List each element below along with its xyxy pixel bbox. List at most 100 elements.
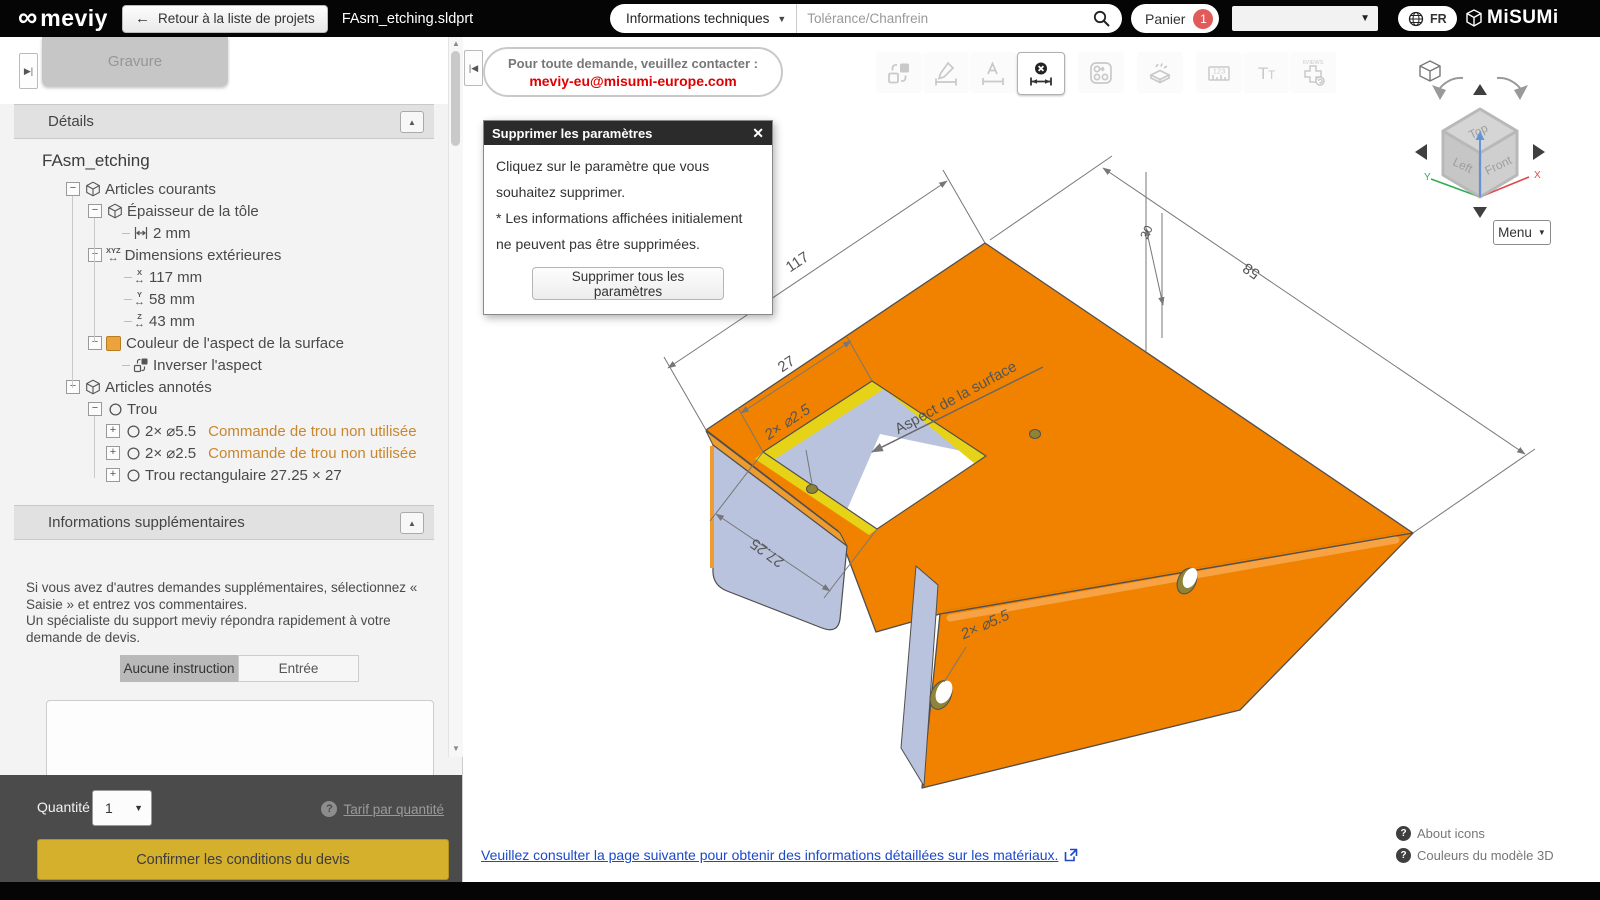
swap-entities-button[interactable] (876, 52, 922, 93)
measure-button[interactable]: 123 (1196, 52, 1242, 93)
meviy-logo[interactable]: ∞ meviy (18, 4, 108, 32)
toggle-no-instruction[interactable]: Aucune instruction (120, 655, 238, 682)
quantity-select[interactable]: 1 ▼ (92, 790, 152, 826)
view-menu-button[interactable]: Menu ▼ (1493, 220, 1551, 245)
text-dimension-button[interactable] (970, 52, 1016, 93)
price-per-quantity-link[interactable]: ? Tarif par quantité (321, 801, 444, 817)
tree-node-dim-x[interactable]: X ↔ 117 mm (0, 266, 440, 288)
search-icon[interactable] (1093, 10, 1110, 27)
delete-parameters-popup: Supprimer les paramètres ✕ Cliquez sur l… (483, 120, 773, 315)
expander-plus-icon[interactable]: + (106, 446, 120, 460)
hole-command-button[interactable] (1078, 52, 1124, 93)
tree-root-label[interactable]: FAsm_etching (42, 151, 150, 171)
expander-plus-icon[interactable]: + (106, 424, 120, 438)
search-category-select[interactable]: Informations techniques ▼ (610, 4, 796, 33)
back-to-projects-button[interactable]: ← Retour à la liste de projets (121, 4, 328, 33)
tree-node-surface-color[interactable]: − Couleur de l'aspect de la surface (0, 332, 440, 354)
globe-icon (1408, 11, 1424, 26)
infos-collapse-button[interactable]: ▲ (400, 512, 424, 534)
expander-minus-icon[interactable]: − (66, 380, 80, 394)
tree-node-trou[interactable]: − Trou (0, 398, 440, 420)
chevron-down-icon: ▼ (777, 13, 787, 24)
hole-2.5-a[interactable] (806, 484, 818, 494)
text-annotation-button[interactable]: T T (1243, 52, 1289, 93)
tree-connector (124, 298, 132, 300)
tree-label: Inverser l'aspect (153, 356, 262, 374)
confirm-quote-button[interactable]: Confirmer les conditions du devis (37, 839, 449, 880)
delete-dimension-icon (1030, 62, 1052, 85)
tree-node-articles-courants[interactable]: − Articles courants (0, 178, 440, 200)
rotate-left-button[interactable] (1415, 144, 1427, 160)
dim-117-label[interactable]: 117 (783, 249, 812, 276)
holes-pattern-icon (1090, 61, 1112, 84)
tree-node-hole-55[interactable]: + 2× ⌀5.5 Commande de trou non utilisée (0, 420, 440, 442)
scroll-up-button[interactable]: ▲ (450, 38, 462, 50)
delete-dimension-button[interactable] (1017, 52, 1065, 95)
model-colors-link[interactable]: ? Couleurs du modèle 3D (1396, 848, 1554, 863)
scroll-down-button[interactable]: ▼ (450, 743, 462, 755)
infos-section-header: Informations supplémentaires ▲ (14, 505, 434, 540)
tree-connector (124, 320, 132, 322)
popup-header[interactable]: Supprimer les paramètres ✕ (484, 121, 772, 145)
rotate-down-button[interactable] (1473, 207, 1487, 218)
tree-node-hole-25[interactable]: + 2× ⌀2.5 Commande de trou non utilisée (0, 442, 440, 464)
open-file-name: FAsm_etching.sldprt (341, 10, 474, 27)
close-icon[interactable]: ✕ (752, 125, 764, 142)
tree-node-dimensions[interactable]: − XYZ ↔ Dimensions extérieures (0, 244, 440, 266)
deburring-button[interactable] (1137, 52, 1183, 93)
axis-y-label: Y (1424, 172, 1431, 183)
language-button[interactable]: FR (1398, 6, 1457, 31)
comments-textarea[interactable] (46, 700, 434, 781)
tree-label: Articles annotés (105, 378, 212, 396)
misumi-logo[interactable]: MiSUMi (1466, 7, 1559, 29)
details-collapse-button[interactable]: ▲ (400, 111, 424, 133)
toggle-entry[interactable]: Entrée (238, 655, 359, 682)
cube-icon (84, 181, 102, 198)
hole-circle-icon (106, 401, 124, 418)
tree-node-invert-aspect[interactable]: Inverser l'aspect (0, 354, 440, 376)
expander-minus-icon[interactable]: − (66, 182, 80, 196)
x-dimension-icon: X ↔ (134, 267, 145, 286)
dim-20-label[interactable]: 20 (1137, 223, 1156, 242)
about-icons-link[interactable]: ? About icons (1396, 826, 1485, 841)
scrollbar-thumb[interactable] (451, 51, 460, 146)
expander-minus-icon[interactable]: − (88, 336, 102, 350)
tree-node-thickness-value[interactable]: 2 mm (0, 222, 440, 244)
six-views-badge: 6VIEWS (1303, 60, 1324, 66)
tree-label: 2× ⌀2.5 (145, 445, 197, 462)
quantity-label: Quantité (37, 799, 90, 815)
cube-icon (106, 203, 124, 220)
search-input[interactable] (797, 11, 1093, 26)
sidebar-collapse-handle[interactable]: ▶| (19, 53, 38, 89)
delete-all-parameters-button[interactable]: Supprimer tous les paramètres (532, 267, 724, 300)
hole-2.5-b[interactable] (1029, 429, 1041, 439)
page-bottom-bar (0, 882, 1600, 900)
six-views-button[interactable]: 6VIEWS (1290, 52, 1336, 93)
rotate-up-button[interactable] (1473, 84, 1487, 95)
isometric-view-icon[interactable] (1419, 60, 1441, 82)
expander-minus-icon[interactable]: − (88, 248, 102, 262)
thickness-icon (132, 225, 150, 242)
tree-label: Trou (127, 400, 158, 418)
parameters-tree: − Articles courants − Épaisseur de la tô… (0, 178, 440, 486)
expander-plus-icon[interactable]: + (106, 468, 120, 482)
infos-paragraphs: Si vous avez d'autres demandes supplémen… (26, 580, 426, 646)
tree-node-dim-y[interactable]: Y ↔ 58 mm (0, 288, 440, 310)
cart-button[interactable]: Panier 1 (1131, 4, 1220, 33)
edit-dimension-button[interactable] (923, 52, 969, 93)
header-dropdown[interactable]: ▼ (1232, 6, 1378, 31)
tree-node-dim-z[interactable]: Z ↔ 43 mm (0, 310, 440, 332)
expander-minus-icon[interactable]: − (88, 204, 102, 218)
hole-circle-icon (124, 445, 142, 462)
tree-node-rect-hole[interactable]: + Trou rectangulaire 27.25 × 27 (0, 464, 440, 486)
expander-minus-icon[interactable]: − (88, 402, 102, 416)
gravure-button[interactable]: Gravure (42, 37, 228, 86)
cube-icon (84, 379, 102, 396)
tree-node-articles-annotes[interactable]: − Articles annotés (0, 376, 440, 398)
tree-node-epaisseur[interactable]: − Épaisseur de la tôle (0, 200, 440, 222)
menu-button-label: Menu (1498, 225, 1532, 240)
annotation-toolbar: 123 T T 6VIEWS (876, 52, 1337, 95)
materials-info-link[interactable]: Veuillez consulter la page suivante pour… (481, 847, 1078, 863)
rotate-right-button[interactable] (1533, 144, 1545, 160)
y-dimension-icon: Y ↔ (134, 289, 145, 308)
